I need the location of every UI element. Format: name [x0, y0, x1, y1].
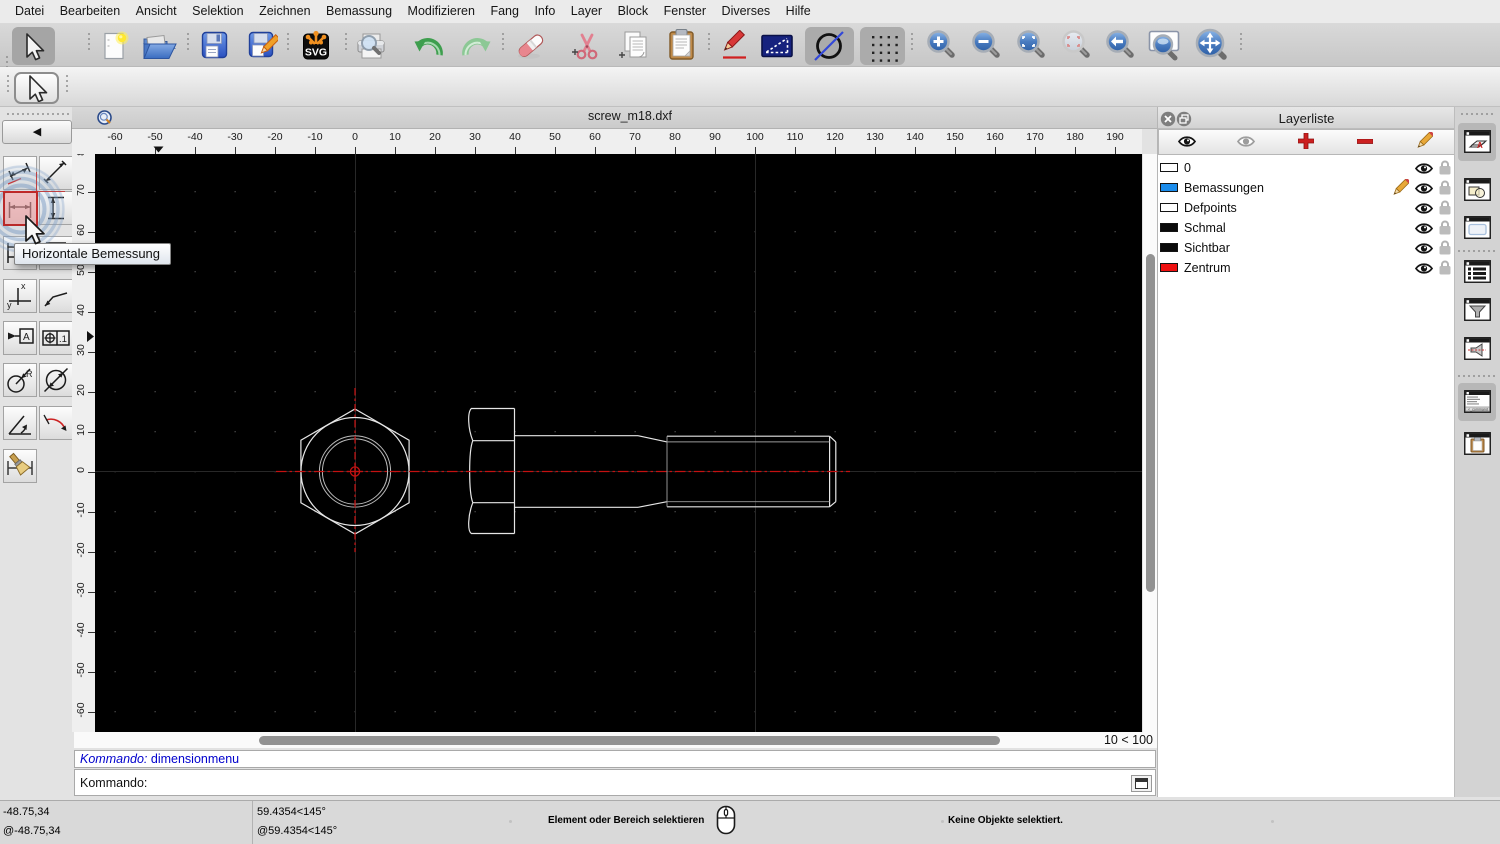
svg-text:R: R	[26, 369, 33, 379]
svg-text:<_command: <_command	[1468, 407, 1488, 411]
svg-text:SVG: SVG	[305, 47, 327, 59]
svg-text:y: y	[7, 300, 12, 310]
svg-text:A: A	[23, 332, 30, 343]
svg-text:A: A	[1477, 141, 1483, 150]
svg-text:x: x	[21, 281, 26, 291]
svg-text:.1: .1	[59, 334, 67, 345]
